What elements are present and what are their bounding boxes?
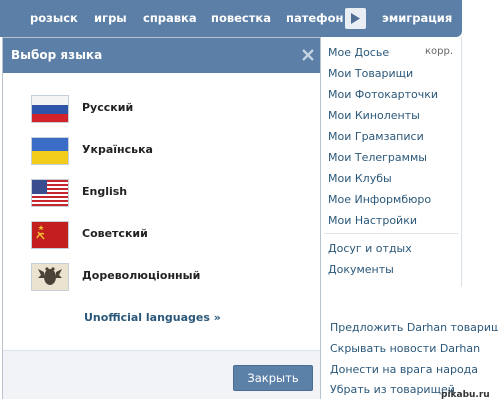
- remove-friend-link[interactable]: Убрать из товарищей: [330, 383, 455, 396]
- ukraine-flag-icon: [31, 137, 69, 165]
- watermark-text: pikabu.ru: [441, 390, 490, 400]
- language-dialog: Выбор языка Русский Українська English С…: [2, 37, 321, 399]
- sidebar-item-clubs[interactable]: Мои Клубы: [328, 172, 392, 185]
- language-label: Русский: [82, 101, 134, 114]
- dialog-header: Выбор языка: [3, 38, 320, 73]
- russia-flag-icon: [31, 95, 69, 123]
- language-label: Советский: [82, 227, 148, 240]
- sidebar-item-films[interactable]: Мои Киноленты: [328, 109, 420, 122]
- suggest-friends-link[interactable]: Предложить Darhan товарищей: [330, 321, 498, 334]
- play-triangle-icon: [351, 13, 360, 24]
- close-icon[interactable]: [302, 49, 314, 61]
- sidebar-item-dossier[interactable]: Мое Досье: [328, 46, 389, 59]
- sidebar-item-leisure[interactable]: Досуг и отдых: [328, 242, 412, 255]
- sidebar-divider: [324, 233, 458, 234]
- report-enemy-link[interactable]: Донести на врага народа: [330, 363, 478, 376]
- language-label: Дореволюціонный: [82, 269, 201, 282]
- language-option-russian[interactable]: Русский: [31, 95, 231, 125]
- top-nav-bar: розыск игры справка повестка патефон эми…: [0, 0, 462, 37]
- nav-more-button[interactable]: [345, 8, 366, 29]
- language-label: English: [82, 185, 128, 198]
- dialog-footer: Закрыть: [3, 350, 320, 399]
- language-option-soviet[interactable]: Советский: [31, 221, 231, 251]
- hide-news-link[interactable]: Скрывать новости Darhan: [330, 342, 480, 355]
- nav-help-link[interactable]: справка: [143, 0, 197, 37]
- nav-summons-link[interactable]: повестка: [211, 0, 271, 37]
- language-label: Українська: [82, 143, 153, 156]
- usa-flag-icon: [31, 179, 69, 207]
- sidebar-item-infobureau[interactable]: Мое Информбюро: [328, 193, 431, 206]
- ussr-flag-icon: [31, 221, 69, 249]
- sidebar-item-comrades[interactable]: Мои Товарищи: [328, 67, 413, 80]
- sidebar-item-photos[interactable]: Мои Фотокарточки: [328, 88, 438, 101]
- sidebar-item-documents[interactable]: Документы: [328, 263, 394, 276]
- sidebar-item-records[interactable]: Мои Грамзаписи: [328, 130, 424, 143]
- imperial-eagle-icon: [31, 263, 69, 291]
- nav-gramophone-link[interactable]: патефон: [286, 0, 343, 37]
- nav-emigration-link[interactable]: эмиграция: [382, 0, 452, 37]
- unofficial-languages-link[interactable]: Unofficial languages »: [84, 311, 221, 324]
- sidebar-item-badge[interactable]: корр.: [425, 46, 453, 57]
- nav-games-link[interactable]: игры: [94, 0, 127, 37]
- close-button[interactable]: Закрыть: [233, 365, 313, 391]
- dialog-title: Выбор языка: [11, 48, 103, 62]
- language-option-english[interactable]: English: [31, 179, 231, 209]
- language-option-ukrainian[interactable]: Українська: [31, 137, 231, 167]
- language-option-prerevolutionary[interactable]: Дореволюціонный: [31, 263, 231, 293]
- sidebar-item-settings[interactable]: Мои Настройки: [328, 214, 417, 227]
- sidebar-item-telegrams[interactable]: Мои Телеграммы: [328, 151, 427, 164]
- nav-search-link[interactable]: розыск: [30, 0, 78, 37]
